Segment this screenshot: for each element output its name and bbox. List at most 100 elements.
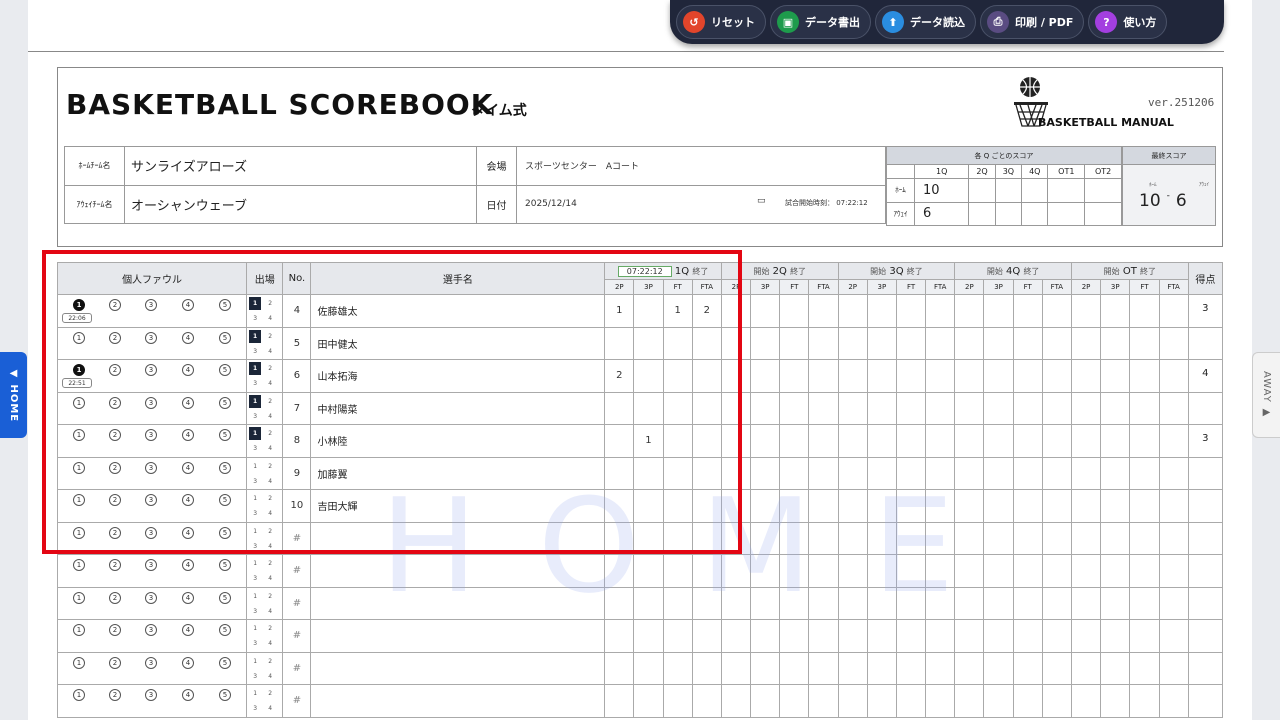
stat-cell[interactable] bbox=[1070, 651, 1102, 685]
stat-cell[interactable] bbox=[1012, 619, 1043, 653]
stat-cell[interactable] bbox=[1129, 456, 1160, 490]
stat-cell[interactable] bbox=[954, 359, 985, 393]
foul-marker-1[interactable]: 1 bbox=[73, 591, 85, 604]
foul-marker-3[interactable]: 3 bbox=[145, 624, 157, 636]
foul-marker-4[interactable]: 4 bbox=[182, 494, 194, 506]
foul-marker-3[interactable]: 3 bbox=[145, 494, 157, 506]
stat-cell[interactable] bbox=[604, 521, 635, 555]
foul-marker-1[interactable]: 1 bbox=[73, 689, 85, 701]
stat-cell[interactable] bbox=[895, 391, 927, 425]
stat-cell[interactable] bbox=[779, 456, 810, 490]
foul-marker-5[interactable]: 5 bbox=[219, 299, 231, 311]
stat-cell[interactable] bbox=[691, 586, 722, 620]
participation-q1[interactable]: 1 bbox=[249, 297, 262, 310]
stat-cell[interactable] bbox=[779, 359, 810, 393]
stat-cell[interactable] bbox=[604, 489, 635, 523]
stat-cell[interactable] bbox=[604, 684, 635, 718]
participation-q1[interactable]: 1 bbox=[249, 557, 261, 570]
stat-cell[interactable] bbox=[662, 424, 693, 458]
foul-marker-5[interactable]: 5 bbox=[219, 461, 231, 474]
stat-cell[interactable] bbox=[633, 554, 664, 588]
reset-button[interactable]: ↺ リセット bbox=[676, 5, 766, 39]
stat-cell[interactable] bbox=[837, 684, 868, 718]
export-button[interactable]: ▣ データ書出 bbox=[770, 5, 871, 39]
stat-cell[interactable] bbox=[604, 651, 635, 685]
stat-cell[interactable] bbox=[983, 554, 1014, 588]
foul-marker-5[interactable]: 5 bbox=[219, 689, 231, 701]
player-name[interactable]: 佐藤雄太 bbox=[310, 294, 606, 328]
stat-cell[interactable] bbox=[662, 651, 693, 685]
player-number[interactable]: 7 bbox=[282, 391, 312, 425]
stat-cell[interactable] bbox=[954, 586, 985, 620]
foul-marker-2[interactable]: 2 bbox=[109, 494, 121, 506]
stat-cell[interactable] bbox=[633, 489, 664, 523]
stat-cell[interactable] bbox=[1041, 554, 1072, 588]
stat-cell[interactable] bbox=[691, 489, 722, 523]
participation-q1[interactable]: 1 bbox=[249, 492, 261, 505]
stat-cell[interactable] bbox=[983, 651, 1014, 685]
stat-cell[interactable] bbox=[983, 684, 1014, 718]
stat-cell[interactable] bbox=[1158, 391, 1189, 425]
stat-cell[interactable] bbox=[633, 619, 664, 653]
stat-cell[interactable] bbox=[808, 489, 839, 523]
stat-cell[interactable] bbox=[720, 359, 752, 393]
stat-cell[interactable] bbox=[662, 359, 693, 393]
stat-cell[interactable] bbox=[925, 554, 956, 588]
stat-cell[interactable] bbox=[866, 456, 897, 490]
stat-cell[interactable] bbox=[895, 554, 927, 588]
player-number[interactable]: # bbox=[282, 684, 312, 718]
player-name[interactable]: 小林陸 bbox=[310, 424, 606, 458]
player-name[interactable] bbox=[310, 684, 606, 718]
player-number[interactable]: 6 bbox=[282, 359, 312, 393]
stat-cell[interactable] bbox=[1070, 586, 1102, 620]
participation-q4[interactable]: 4 bbox=[264, 410, 276, 423]
stat-cell[interactable] bbox=[983, 489, 1014, 523]
participation-q1[interactable]: 1 bbox=[249, 362, 262, 375]
stat-cell[interactable] bbox=[808, 326, 839, 360]
foul-marker-1[interactable]: 1 bbox=[73, 429, 85, 441]
stat-cell[interactable] bbox=[720, 326, 752, 360]
stat-cell[interactable] bbox=[954, 554, 985, 588]
stat-cell[interactable] bbox=[633, 684, 664, 718]
stat-cell[interactable] bbox=[691, 684, 722, 718]
stat-cell[interactable] bbox=[1041, 586, 1072, 620]
participation-q2[interactable]: 2 bbox=[264, 557, 276, 570]
player-name[interactable]: 中村陽菜 bbox=[310, 391, 606, 425]
foul-marker-3[interactable]: 3 bbox=[145, 364, 157, 376]
stat-cell[interactable] bbox=[1129, 554, 1160, 588]
foul-marker-5[interactable]: 5 bbox=[219, 656, 231, 669]
foul-marker-4[interactable]: 4 bbox=[182, 396, 194, 409]
foul-marker-4[interactable]: 4 bbox=[182, 526, 194, 539]
stat-cell[interactable] bbox=[1012, 586, 1043, 620]
player-name[interactable] bbox=[310, 586, 606, 620]
stat-cell[interactable] bbox=[750, 391, 781, 425]
stat-cell[interactable] bbox=[925, 359, 956, 393]
participation-q4[interactable]: 4 bbox=[264, 442, 276, 455]
stat-cell[interactable] bbox=[720, 294, 752, 328]
quarter-1-end-button[interactable]: 終了 bbox=[692, 267, 708, 276]
participation-q2[interactable]: 2 bbox=[264, 590, 276, 603]
player-number[interactable]: # bbox=[282, 619, 312, 653]
foul-marker-4[interactable]: 4 bbox=[182, 461, 194, 474]
participation-q1[interactable]: 1 bbox=[249, 394, 262, 408]
stat-cell[interactable] bbox=[866, 521, 897, 555]
stat-cell[interactable] bbox=[1041, 489, 1072, 523]
stat-cell[interactable] bbox=[1041, 326, 1072, 360]
player-name[interactable]: 加藤翼 bbox=[310, 456, 606, 490]
foul-marker-4[interactable]: 4 bbox=[182, 656, 194, 669]
stat-cell[interactable] bbox=[954, 391, 985, 425]
stat-cell[interactable] bbox=[1158, 489, 1189, 523]
foul-marker-4[interactable]: 4 bbox=[182, 559, 194, 571]
stat-cell[interactable] bbox=[895, 521, 927, 555]
stat-cell[interactable] bbox=[1012, 456, 1043, 490]
foul-marker-2[interactable]: 2 bbox=[109, 331, 121, 344]
stat-cell[interactable] bbox=[1158, 359, 1189, 393]
foul-marker-3[interactable]: 3 bbox=[145, 656, 157, 669]
stat-cell[interactable] bbox=[779, 586, 810, 620]
stat-cell[interactable] bbox=[633, 651, 664, 685]
stat-cell[interactable] bbox=[1129, 294, 1160, 328]
stat-cell[interactable] bbox=[983, 521, 1014, 555]
participation-q1[interactable]: 1 bbox=[249, 687, 261, 700]
stat-cell[interactable] bbox=[720, 651, 752, 685]
foul-marker-5[interactable]: 5 bbox=[219, 624, 231, 636]
